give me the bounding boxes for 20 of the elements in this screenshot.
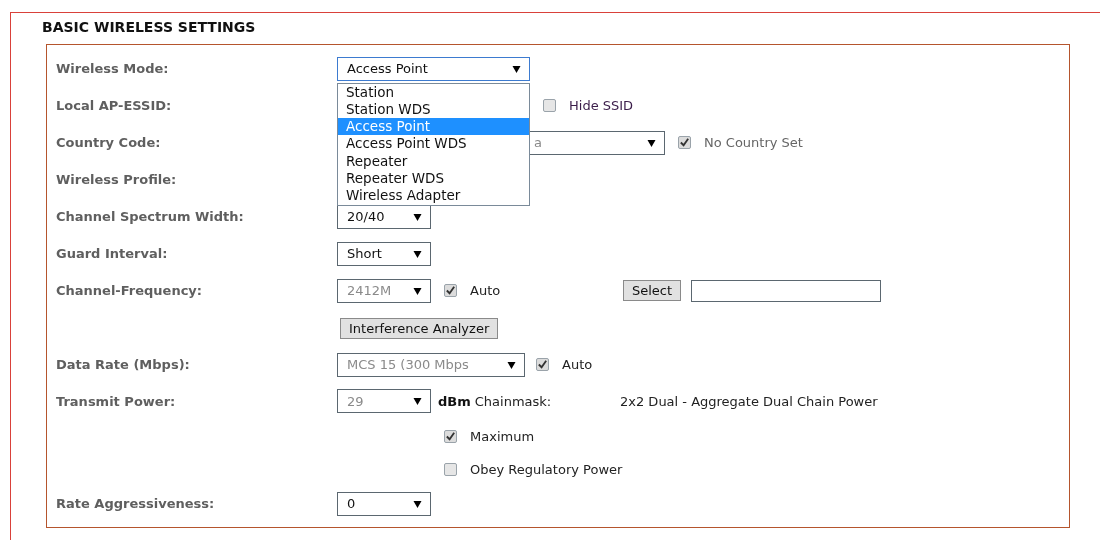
field-label: Local AP-ESSID: xyxy=(56,98,173,113)
checkbox-label: Hide SSID xyxy=(569,98,634,113)
field-label: Transmit Power: xyxy=(56,393,177,409)
field-label: Channel-Frequency: xyxy=(56,283,204,298)
field-label: Rate Aggressiveness: xyxy=(56,496,216,511)
unit-label: dBm xyxy=(438,393,471,409)
field-label: Wireless Mode: xyxy=(56,61,170,76)
field-label: Channel Spectrum Width: xyxy=(56,209,245,224)
field-label: Country Code: xyxy=(56,135,162,150)
checkbox-label: Maximum xyxy=(470,429,535,444)
checkbox-label: Auto xyxy=(562,357,593,372)
field-label: Data Rate (Mbps): xyxy=(56,357,191,372)
checkbox-label: No Country Set xyxy=(704,135,803,150)
section-title: BASIC WIRELESS SETTINGS xyxy=(41,18,257,37)
field-label: Wireless Profile: xyxy=(56,172,178,187)
chainmask-value: 2x2 Dual - Aggregate Dual Chain Power xyxy=(620,393,878,409)
chainmask-label: Chainmask: xyxy=(474,393,552,409)
checkbox-label: Obey Regulatory Power xyxy=(470,461,623,477)
checkbox-label: Auto xyxy=(470,283,501,298)
field-label: Guard Interval: xyxy=(56,246,169,261)
